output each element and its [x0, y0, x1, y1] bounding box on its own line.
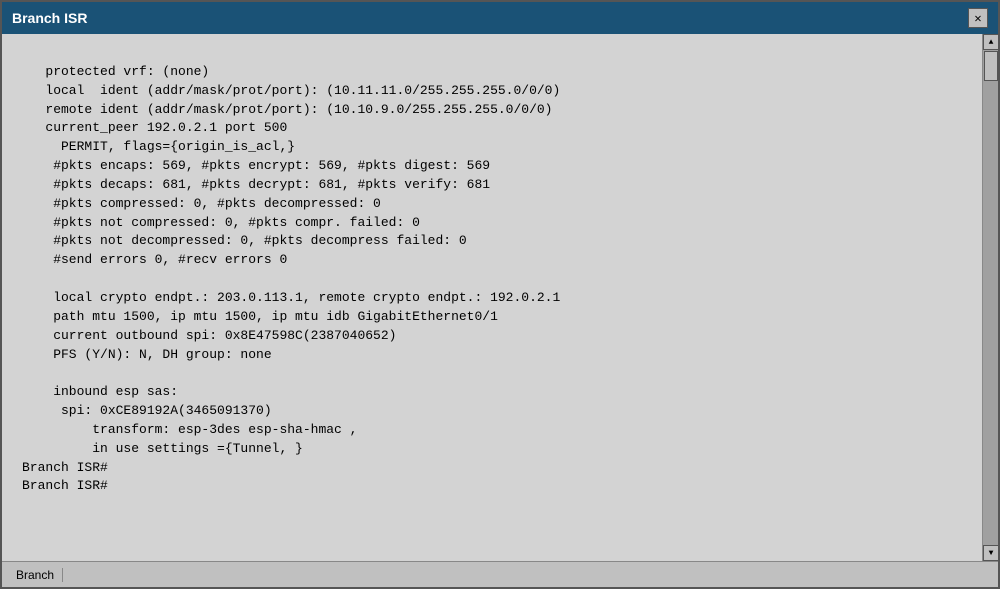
title-bar-controls: ✕	[968, 8, 988, 28]
scroll-track[interactable]	[983, 50, 998, 545]
close-button[interactable]: ✕	[968, 8, 988, 28]
title-bar: Branch ISR ✕	[2, 2, 998, 34]
terminal-output[interactable]: protected vrf: (none) local ident (addr/…	[2, 34, 982, 561]
scroll-thumb[interactable]	[984, 51, 998, 81]
window-title: Branch ISR	[12, 10, 87, 26]
scrollbar: ▲ ▼	[982, 34, 998, 561]
status-label: Branch	[8, 568, 63, 582]
scroll-up-button[interactable]: ▲	[983, 34, 998, 50]
content-area: protected vrf: (none) local ident (addr/…	[2, 34, 998, 561]
scroll-down-button[interactable]: ▼	[983, 545, 998, 561]
status-bar: Branch	[2, 561, 998, 587]
main-window: Branch ISR ✕ protected vrf: (none) local…	[0, 0, 1000, 589]
terminal-text: protected vrf: (none) local ident (addr/…	[22, 44, 962, 496]
